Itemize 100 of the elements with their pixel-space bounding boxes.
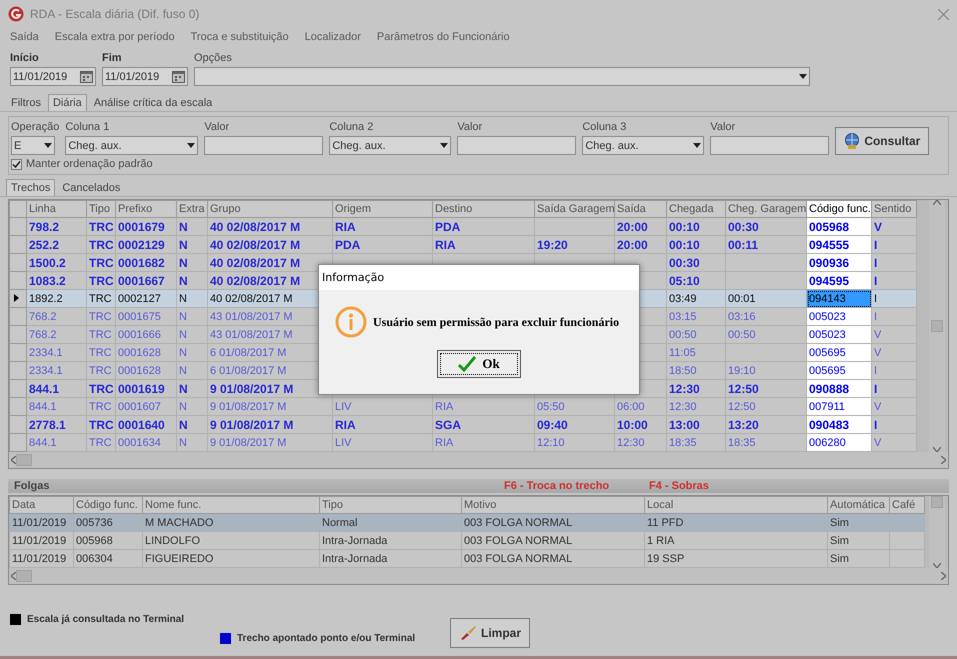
column-header[interactable]: Saída bbox=[614, 200, 666, 218]
column-header[interactable]: Extra bbox=[176, 200, 208, 218]
menu-item[interactable]: Escala extra por período bbox=[54, 31, 175, 43]
close-icon[interactable] bbox=[938, 8, 949, 20]
table-cell: 0001634 bbox=[116, 434, 176, 452]
table-cell: LINDOLFO bbox=[142, 532, 320, 550]
table-cell: 0001628 bbox=[116, 362, 176, 380]
menu-item[interactable]: Parâmetros do Funcionário bbox=[376, 31, 510, 43]
table-cell: N bbox=[176, 254, 208, 272]
menu-item[interactable]: Saída bbox=[10, 31, 39, 43]
column-header[interactable]: Tipo bbox=[320, 496, 462, 514]
ok-button[interactable]: Ok bbox=[437, 350, 521, 378]
table-cell: 40 02/08/2017 M bbox=[208, 236, 332, 254]
scroll-thumb[interactable] bbox=[931, 496, 943, 508]
dropdown-arrow-icon[interactable] bbox=[440, 143, 448, 148]
column-header[interactable]: Chegada bbox=[666, 200, 726, 218]
operation-dropdown[interactable]: E bbox=[11, 136, 55, 155]
tab[interactable]: Análise crítica da escala bbox=[88, 94, 218, 111]
row-header[interactable] bbox=[10, 290, 26, 308]
table-cell: RIA bbox=[432, 434, 534, 452]
calendar-icon[interactable] bbox=[172, 70, 185, 83]
value-field[interactable] bbox=[204, 136, 324, 155]
calendar-icon[interactable] bbox=[80, 70, 93, 83]
table-cell: 18:35 bbox=[726, 434, 806, 452]
clear-button[interactable]: Limpar bbox=[450, 618, 530, 648]
column-header[interactable]: Automática bbox=[828, 496, 890, 514]
horizontal-scrollbar[interactable] bbox=[9, 568, 948, 584]
table-cell bbox=[890, 532, 924, 550]
table-cell: 12:30 bbox=[666, 380, 726, 398]
dropdown-arrow-icon[interactable] bbox=[693, 143, 702, 148]
column-header[interactable]: Grupo bbox=[208, 200, 332, 218]
table-cell: N bbox=[176, 344, 208, 362]
value-field[interactable] bbox=[457, 136, 576, 155]
date-field[interactable]: 11/01/2019 bbox=[10, 67, 96, 86]
horizontal-scrollbar[interactable] bbox=[9, 452, 948, 468]
column-header[interactable]: Linha bbox=[26, 200, 86, 218]
scroll-thumb[interactable] bbox=[931, 320, 943, 332]
table-cell: 005023 bbox=[806, 308, 872, 326]
column-header[interactable]: Data bbox=[10, 496, 74, 514]
column-header[interactable]: Saída Garagem bbox=[534, 200, 614, 218]
dropdown-arrow-icon[interactable] bbox=[44, 143, 52, 148]
column-header[interactable]: Sentido bbox=[872, 200, 916, 218]
table-cell: 09:40 bbox=[534, 416, 614, 434]
table-cell: 0002129 bbox=[116, 236, 176, 254]
checkbox[interactable] bbox=[11, 158, 22, 170]
tab[interactable]: Cancelados bbox=[57, 179, 126, 196]
column-header[interactable]: Código func. bbox=[74, 496, 142, 514]
menu-item[interactable]: Troca e substituição bbox=[190, 31, 289, 43]
table-cell: 006280 bbox=[806, 434, 872, 452]
table-cell: TRC bbox=[86, 416, 116, 434]
column-header[interactable]: Local bbox=[644, 496, 828, 514]
column-header[interactable]: Destino bbox=[432, 200, 534, 218]
vertical-scrollbar[interactable] bbox=[929, 200, 945, 452]
column-header[interactable]: Tipo bbox=[86, 200, 116, 218]
table-cell: N bbox=[176, 272, 208, 290]
column-header[interactable]: Cheg. Garagem bbox=[726, 200, 806, 218]
column-header[interactable]: Motivo bbox=[462, 496, 644, 514]
table-cell: TRC bbox=[86, 380, 116, 398]
field-label: Coluna 2 bbox=[329, 121, 374, 133]
table-cell: 0001619 bbox=[116, 380, 176, 398]
tab[interactable]: Diária bbox=[48, 94, 87, 111]
column-header[interactable]: Origem bbox=[332, 200, 432, 218]
column-header[interactable]: Café bbox=[890, 496, 924, 514]
scroll-thumb[interactable] bbox=[16, 454, 32, 466]
table-cell: 005695 bbox=[806, 362, 872, 380]
search-button[interactable]: Consultar bbox=[835, 127, 930, 155]
dropdown-arrow-icon[interactable] bbox=[187, 143, 196, 148]
check-icon bbox=[458, 356, 476, 372]
shortcut-hint: F4 - Sobras bbox=[649, 480, 710, 492]
table-cell: 1 RIA bbox=[644, 532, 828, 550]
table-cell: 1892.2 bbox=[26, 290, 86, 308]
table-cell: TRC bbox=[86, 254, 116, 272]
column-header[interactable]: Prefixo bbox=[116, 200, 176, 218]
column-header[interactable]: Código func. bbox=[806, 200, 872, 218]
table-cell: 05:50 bbox=[534, 398, 614, 416]
info-icon bbox=[335, 306, 367, 338]
column-dropdown[interactable]: Cheg. aux. bbox=[582, 136, 704, 155]
value-field[interactable] bbox=[710, 136, 830, 155]
vertical-scrollbar[interactable] bbox=[929, 496, 945, 568]
table-cell: 094143 bbox=[806, 290, 872, 308]
table-cell: 1083.2 bbox=[26, 272, 86, 290]
menu-item[interactable]: Localizador bbox=[304, 31, 361, 43]
table-cell: 003 FOLGA NORMAL bbox=[462, 532, 644, 550]
table-cell: 2334.1 bbox=[26, 362, 86, 380]
scroll-thumb[interactable] bbox=[16, 570, 32, 582]
table-cell: TRC bbox=[86, 290, 116, 308]
date-field[interactable]: 11/01/2019 bbox=[102, 67, 188, 86]
table-cell: 0001666 bbox=[116, 326, 176, 344]
column-dropdown[interactable]: Cheg. aux. bbox=[329, 136, 452, 155]
table-cell: RIA bbox=[432, 398, 534, 416]
table-cell: N bbox=[176, 398, 208, 416]
column-header[interactable]: Nome func. bbox=[142, 496, 320, 514]
table-cell: 11/01/2019 bbox=[10, 514, 74, 532]
column-dropdown[interactable]: Cheg. aux. bbox=[65, 136, 198, 155]
tab[interactable]: Trechos bbox=[6, 179, 56, 196]
field-label: Valor bbox=[457, 121, 484, 133]
table-cell: 00:30 bbox=[666, 254, 726, 272]
dropdown-arrow-icon[interactable] bbox=[799, 74, 807, 79]
tab[interactable]: Filtros bbox=[6, 94, 46, 111]
row-pointer-icon bbox=[14, 294, 19, 302]
